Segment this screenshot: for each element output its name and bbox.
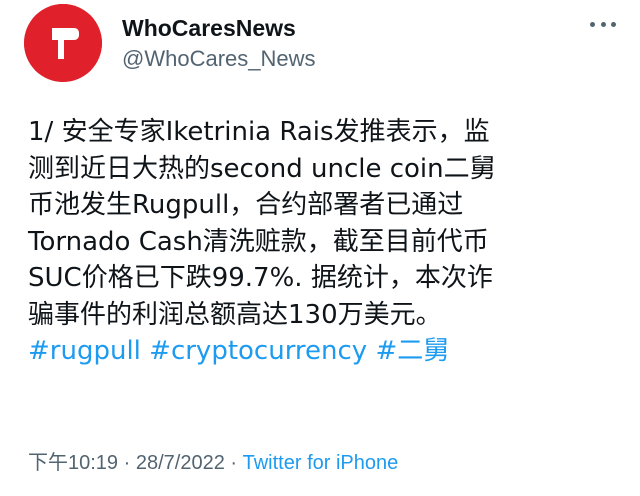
tweet-text: 1/ 安全专家Iketrinia Rais发推表示，监 测到近日大热的secon… [28, 114, 608, 370]
tweet-date[interactable]: 28/7/2022 [136, 452, 225, 474]
hashtag-row: #rugpull #cryptocurrency #二舅 [28, 333, 608, 370]
more-options-icon[interactable] [588, 14, 618, 34]
author-display-name[interactable]: WhoCaresNews [122, 14, 316, 42]
tweet-card: WhoCaresNews @WhoCares_News 1/ 安全专家Iketr… [0, 0, 640, 496]
author-handle[interactable]: @WhoCares_News [122, 44, 316, 74]
tweet-text-line: Tornado Cash清洗赃款，截至目前代币 [28, 226, 489, 257]
hashtag-cryptocurrency[interactable]: #cryptocurrency [149, 336, 367, 366]
tweet-text-line: 测到近日大热的second uncle coin二舅 [28, 153, 496, 184]
tweet-text-line: 骗事件的利润总额高达130万美元。 [28, 299, 442, 330]
author-block: WhoCaresNews @WhoCares_News [122, 14, 316, 74]
avatar[interactable] [24, 4, 102, 82]
red-circle-logo-icon [24, 4, 102, 82]
tweet-text-line: 币池发生Rugpull，合约部署者已通过 [28, 190, 464, 220]
tweet-meta: 下午10:19 · 28/7/2022 · Twitter for iPhone [28, 450, 398, 476]
tweet-text-line: SUC价格已下跌99.7%. 据统计，本次诈 [28, 263, 493, 293]
meta-separator: · [224, 452, 243, 474]
tweet-source-link[interactable]: Twitter for iPhone [243, 452, 399, 474]
tweet-text-line: 1/ 安全专家Iketrinia Rais发推表示，监 [28, 117, 490, 147]
meta-separator: · [118, 452, 136, 474]
hashtag-erjiu[interactable]: #二舅 [375, 336, 449, 366]
tweet-time[interactable]: 下午10:19 [28, 452, 118, 474]
hashtag-rugpull[interactable]: #rugpull [28, 336, 141, 366]
